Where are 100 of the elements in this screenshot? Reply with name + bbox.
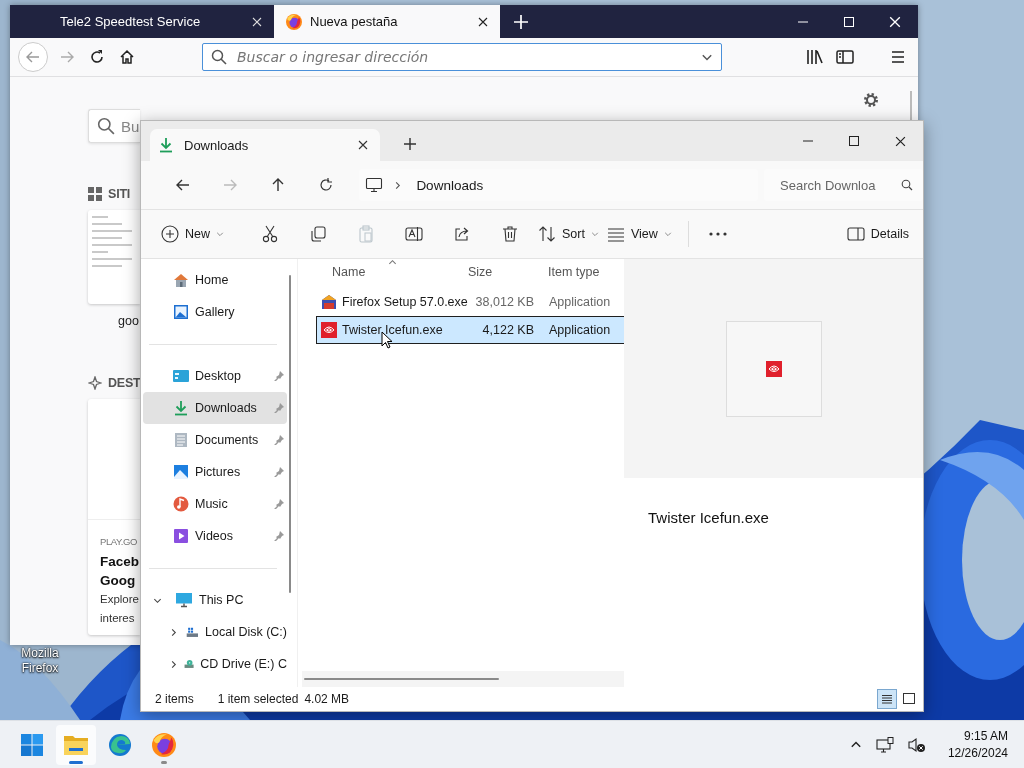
grid-icon [88, 187, 102, 201]
plus-icon[interactable] [404, 137, 416, 150]
document-icon [173, 432, 189, 448]
nav-item[interactable]: Local Disk (C:) [143, 616, 287, 648]
library-icon[interactable] [806, 49, 824, 65]
file-name: Twister Icefun.exe [342, 323, 443, 337]
nav-item[interactable]: Documents [143, 424, 287, 456]
desktop-folder-icon [173, 368, 189, 384]
folder-icon[interactable] [63, 733, 89, 756]
back-arrow-icon[interactable] [174, 177, 191, 193]
site-title: goo [118, 314, 140, 328]
close-icon[interactable] [358, 140, 368, 150]
file-type: Application [549, 323, 611, 337]
column-header[interactable]: Item type [548, 265, 600, 279]
search-icon [900, 179, 913, 191]
view-button[interactable]: View [602, 218, 676, 250]
column-header[interactable]: Size [468, 265, 493, 279]
settings-icon[interactable] [862, 91, 880, 109]
highlight-card[interactable]: PLAY.GO Faceb Goog Explore interes [88, 399, 140, 635]
details-view-icon[interactable] [881, 693, 893, 705]
monitor-icon [175, 592, 193, 608]
network-icon[interactable] [875, 736, 894, 753]
nav-item[interactable]: Desktop [143, 360, 287, 392]
refresh-icon[interactable] [317, 177, 334, 193]
edge-icon[interactable] [108, 732, 132, 757]
section-heading: SITI [108, 187, 131, 201]
page-thumbnail[interactable] [88, 210, 140, 304]
rename-icon[interactable] [405, 225, 423, 243]
scissors-icon[interactable] [261, 225, 279, 243]
new-button[interactable]: New [157, 218, 228, 250]
card-source: PLAY.GO [100, 536, 138, 547]
file-row[interactable]: Twister Icefun.exe 4,122 KB Application [316, 316, 624, 344]
plus-circle-icon [161, 225, 179, 243]
menu-icon[interactable] [890, 49, 906, 65]
picture-icon [173, 464, 189, 480]
nav-item[interactable]: Home [143, 264, 287, 296]
nav-item[interactable]: Music [143, 488, 287, 520]
nav-item[interactable]: Pictures [143, 456, 287, 488]
caret-icon [590, 230, 599, 238]
music-note-icon [173, 496, 189, 512]
maximize-icon[interactable] [849, 136, 859, 146]
windows-start-icon[interactable] [21, 733, 43, 756]
firefox-logo-icon [286, 13, 302, 30]
nav-item[interactable]: Downloads [143, 392, 287, 424]
explorer-tab[interactable]: Downloads [150, 129, 380, 161]
nav-item[interactable]: This PC [143, 584, 287, 616]
muted-speaker-icon[interactable] [907, 736, 926, 753]
large-icons-view-icon[interactable] [903, 693, 915, 705]
clock-time[interactable]: 9:15 AM [963, 729, 1008, 743]
more-icon[interactable] [707, 231, 728, 237]
copy-icon[interactable] [309, 225, 327, 243]
pin-icon [273, 434, 285, 446]
search-icon [211, 49, 227, 65]
search-field[interactable]: Bu [121, 117, 139, 135]
caret-icon [663, 230, 672, 238]
section-heading: DEST [108, 376, 141, 390]
item-count: 2 items [155, 692, 194, 706]
card-description: Explore [100, 592, 140, 607]
search-box[interactable]: Bu [88, 109, 140, 143]
panel-icon [846, 226, 865, 242]
app-icon [321, 322, 337, 338]
browser-tab[interactable]: Tele2 Speedtest Service [48, 5, 274, 38]
chevron-right-icon [393, 180, 403, 190]
download-arrow-icon [158, 137, 174, 153]
search-field[interactable]: Search Downloa [780, 177, 881, 193]
clock-date[interactable]: 12/26/2024 [947, 746, 1008, 760]
video-icon [173, 528, 189, 544]
close-icon[interactable] [894, 135, 906, 147]
download-arrow-icon [173, 400, 189, 416]
monitor-icon [365, 177, 384, 193]
pin-icon [273, 370, 285, 382]
share-icon[interactable] [453, 225, 471, 243]
details-button[interactable]: Details [842, 218, 913, 250]
breadcrumb-item[interactable]: Downloads [416, 177, 484, 193]
nav-item[interactable]: CD Drive (E:) C [143, 648, 287, 680]
address-field[interactable]: Buscar o ingresar dirección [235, 48, 693, 66]
pin-icon [273, 498, 285, 510]
trash-icon[interactable] [501, 225, 519, 243]
sort-caret-icon [388, 258, 397, 267]
nav-item[interactable]: Videos [143, 520, 287, 552]
file-row[interactable]: Firefox Setup 57.0.exe 38,012 KB Application [316, 288, 624, 316]
installer-icon [321, 294, 337, 310]
sort-button[interactable]: Sort [534, 218, 603, 250]
firefox-icon[interactable] [152, 732, 176, 757]
column-header[interactable]: Name [332, 265, 366, 279]
sort-arrows-icon [538, 225, 556, 243]
sidebar-icon[interactable] [836, 49, 854, 65]
browser-tab[interactable]: Nueva pestaña [274, 5, 500, 38]
address-bar[interactable]: Buscar o ingresar dirección [202, 43, 722, 71]
app-icon [765, 361, 782, 377]
home-icon[interactable] [119, 49, 135, 65]
file-type: Application [549, 295, 611, 309]
file-size: 38,012 KB [475, 295, 534, 309]
file-name: Firefox Setup 57.0.exe [342, 295, 468, 309]
nav-item[interactable]: Gallery [143, 296, 287, 328]
up-arrow-icon[interactable] [270, 177, 286, 193]
reload-icon[interactable] [89, 49, 105, 65]
close-icon[interactable] [478, 16, 488, 27]
sparkle-icon [88, 376, 102, 390]
preview-title: Twister Icefun.exe [647, 508, 770, 526]
